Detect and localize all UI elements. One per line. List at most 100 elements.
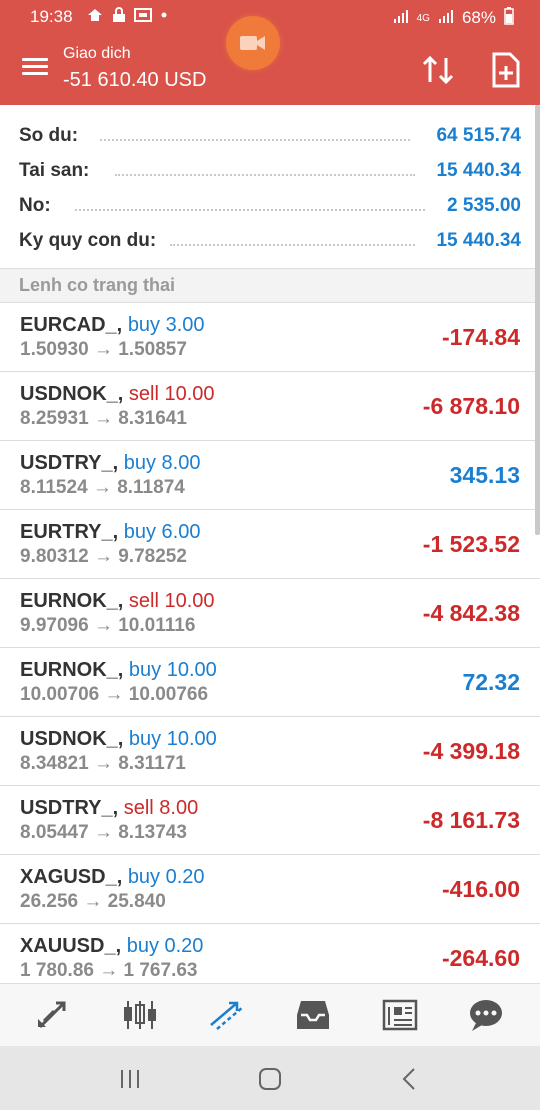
order-profit: -4 399.18	[422, 738, 520, 764]
chat-icon[interactable]	[466, 997, 506, 1033]
home-icon[interactable]	[255, 1066, 285, 1092]
page-subtitle: -51 610.40 USD	[63, 69, 207, 91]
order-side: buy 6.00	[123, 521, 201, 543]
order-profit: -264.60	[441, 945, 520, 971]
video-camera-icon	[240, 36, 265, 50]
summary-row-margin: No: 2 535.00	[0, 187, 540, 222]
divider	[115, 174, 415, 176]
news-icon[interactable]	[380, 997, 420, 1033]
divider	[170, 244, 415, 246]
order-side: buy 0.20	[127, 866, 205, 888]
summary-row-free-margin: Ky quy con du: 15 440.34	[0, 222, 540, 257]
divider	[100, 139, 410, 141]
order-symbol: USDTRY_,	[20, 797, 119, 819]
list-item[interactable]: USDTRY_, buy 8.00 8.11524 → 8.11874 345.…	[0, 441, 540, 510]
list-item[interactable]: USDNOK_, buy 10.00 8.34821 → 8.31171 -4 …	[0, 717, 540, 786]
summary-label: Tai san:	[19, 160, 90, 181]
list-item[interactable]: EURNOK_, buy 10.00 10.00706 → 10.00766 7…	[0, 648, 540, 717]
page-title: Giao dich	[63, 45, 131, 62]
battery-percent: 68%	[461, 8, 496, 27]
summary-value: 15 440.34	[436, 230, 521, 251]
app-bar: Giao dich -51 610.40 USD	[0, 16, 540, 105]
order-side: buy 3.00	[127, 314, 205, 336]
order-profit: -6 878.10	[422, 393, 520, 419]
order-profit: -174.84	[441, 324, 520, 350]
signal-icon	[438, 8, 454, 28]
order-side: sell 8.00	[123, 797, 199, 819]
list-item[interactable]: XAUUSD_, buy 0.20 1 780.86 → 1 767.63 -2…	[0, 924, 540, 983]
order-symbol: USDTRY_,	[20, 452, 119, 474]
order-prices: 1.50930 → 1.50857	[20, 339, 187, 360]
order-symbol: EURNOK_,	[20, 590, 124, 612]
summary-value: 2 535.00	[447, 195, 521, 216]
summary-label: So du:	[19, 125, 79, 146]
order-side: sell 10.00	[128, 383, 215, 405]
back-icon[interactable]	[395, 1066, 425, 1092]
order-profit: -4 842.38	[422, 600, 520, 626]
order-prices: 9.80312 → 9.78252	[20, 546, 187, 567]
summary-row-equity: Tai san: 15 440.34	[0, 152, 540, 187]
signal-icon	[393, 8, 409, 28]
screen-icon	[134, 7, 152, 27]
order-prices: 26.256 → 25.840	[20, 891, 166, 912]
bottom-nav	[0, 983, 540, 1046]
summary-row-balance: So du: 64 515.74	[0, 117, 540, 152]
order-prices: 8.25931 → 8.31641	[20, 408, 187, 429]
order-side: buy 0.20	[126, 935, 204, 957]
order-symbol: XAGUSD_,	[20, 866, 123, 888]
summary-value: 64 515.74	[436, 125, 521, 146]
summary-value: 15 440.34	[436, 160, 521, 181]
dot-icon	[160, 7, 168, 27]
quotes-icon[interactable]	[34, 997, 74, 1033]
list-item[interactable]: USDNOK_, sell 10.00 8.25931 → 8.31641 -6…	[0, 372, 540, 441]
order-side: buy 10.00	[128, 728, 217, 750]
order-side: sell 10.00	[128, 590, 215, 612]
orders-list: EURCAD_, buy 3.00 1.50930 → 1.50857 -174…	[0, 303, 540, 983]
order-profit: -1 523.52	[422, 531, 520, 557]
order-profit: -8 161.73	[422, 807, 520, 833]
status-time: 19:38	[30, 7, 73, 26]
order-prices: 8.34821 → 8.31171	[20, 753, 186, 774]
list-item[interactable]: USDTRY_, sell 8.00 8.05447 → 8.13743 -8 …	[0, 786, 540, 855]
order-prices: 10.00706 → 10.00766	[20, 684, 209, 705]
order-prices: 8.11524 → 8.11874	[20, 477, 185, 498]
order-side: buy 10.00	[128, 659, 217, 681]
list-item[interactable]: EURTRY_, buy 6.00 9.80312 → 9.78252 -1 5…	[0, 510, 540, 579]
order-prices: 1 780.86 → 1 767.63	[20, 960, 198, 981]
network-type: 4G	[416, 12, 430, 24]
order-symbol: USDNOK_,	[20, 383, 124, 405]
sort-icon[interactable]	[420, 52, 456, 88]
order-symbol: XAUUSD_,	[20, 935, 122, 957]
order-profit: 345.13	[449, 462, 520, 488]
order-prices: 9.97096 → 10.01116	[20, 615, 196, 636]
divider	[75, 209, 425, 211]
scrollbar[interactable]	[535, 105, 540, 535]
summary-label: Ky quy con du:	[19, 230, 157, 251]
menu-icon[interactable]	[22, 54, 52, 84]
lock-icon	[112, 7, 126, 27]
order-side: buy 8.00	[123, 452, 201, 474]
summary-label: No:	[19, 195, 51, 216]
order-profit: -416.00	[441, 876, 520, 902]
system-nav-bar	[0, 1046, 540, 1110]
order-prices: 8.05447 → 8.13743	[20, 822, 187, 843]
order-profit: 72.32	[462, 669, 520, 695]
screen-record-button[interactable]	[226, 16, 280, 70]
history-icon[interactable]	[293, 997, 333, 1033]
section-header: Lenh co trang thai	[0, 268, 540, 303]
notification-icon	[86, 7, 104, 27]
list-item[interactable]: XAGUSD_, buy 0.20 26.256 → 25.840 -416.0…	[0, 855, 540, 924]
new-order-icon[interactable]	[490, 52, 522, 88]
order-symbol: USDNOK_,	[20, 728, 124, 750]
battery-icon	[504, 7, 514, 29]
list-item[interactable]: EURCAD_, buy 3.00 1.50930 → 1.50857 -174…	[0, 303, 540, 372]
order-symbol: EURNOK_,	[20, 659, 124, 681]
order-symbol: EURCAD_,	[20, 314, 123, 336]
list-item[interactable]: EURNOK_, sell 10.00 9.97096 → 10.01116 -…	[0, 579, 540, 648]
recent-apps-icon[interactable]	[115, 1066, 145, 1092]
trade-icon[interactable]	[207, 997, 247, 1033]
chart-icon[interactable]	[120, 997, 160, 1033]
section-title: Lenh co trang thai	[19, 275, 176, 295]
account-summary: So du: 64 515.74 Tai san: 15 440.34 No: …	[0, 105, 540, 268]
order-symbol: EURTRY_,	[20, 521, 119, 543]
